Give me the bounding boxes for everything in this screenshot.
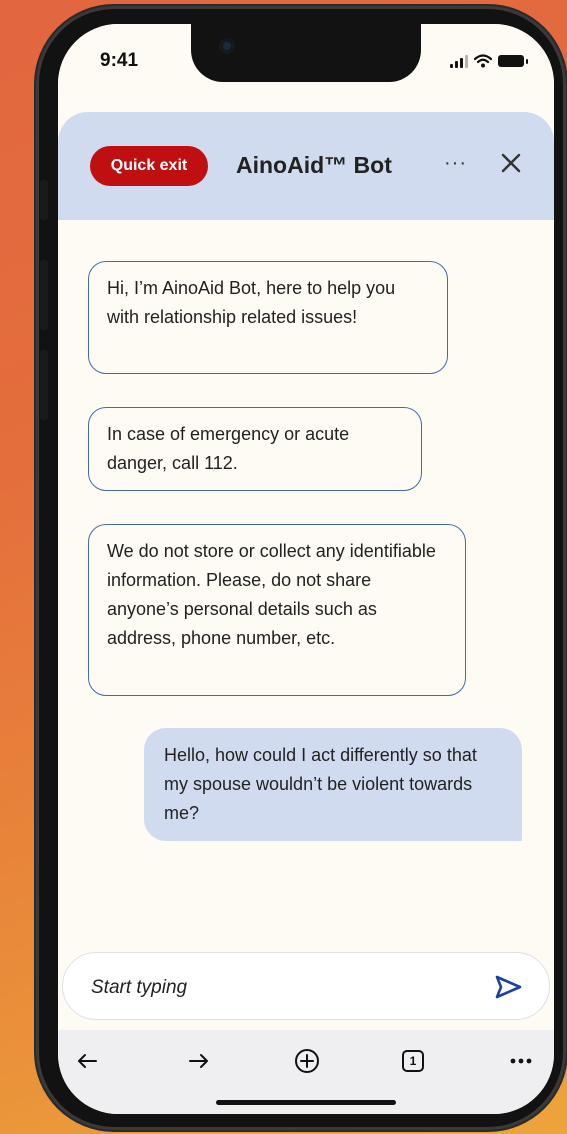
more-menu-icon[interactable] (506, 1046, 536, 1076)
battery-icon (498, 55, 528, 67)
bot-message: Hi, I’m AinoAid Bot, here to help you wi… (88, 261, 448, 374)
user-message: Hello, how could I act differently so th… (144, 728, 522, 841)
send-icon[interactable] (493, 972, 523, 1002)
message-input[interactable]: Start typing (91, 977, 187, 999)
tab-count: 1 (402, 1050, 424, 1072)
chat-title: AinoAid™ Bot (236, 152, 392, 178)
quick-exit-button[interactable]: Quick exit (90, 146, 208, 186)
new-tab-icon[interactable] (292, 1046, 322, 1076)
message-input-bar: Start typing (62, 952, 550, 1020)
wifi-icon (474, 54, 492, 68)
bot-message: In case of emergency or acute danger, ca… (88, 407, 422, 491)
forward-arrow-icon[interactable] (184, 1046, 214, 1076)
message-list: Hi, I’m AinoAid Bot, here to help you wi… (58, 220, 554, 950)
status-time: 9:41 (100, 50, 139, 71)
volume-down-button (40, 350, 48, 420)
volume-up-button (40, 260, 48, 330)
phone-screen: 9:41 Quick exit AinoAid™ Bot ··· Hi, I’m… (58, 24, 554, 1114)
status-icons (450, 54, 528, 68)
more-options-button[interactable]: ··· (444, 152, 467, 175)
front-camera-icon (219, 38, 235, 54)
back-arrow-icon[interactable] (72, 1046, 102, 1076)
chat-header: Quick exit AinoAid™ Bot ··· (58, 112, 554, 220)
home-indicator (216, 1100, 396, 1105)
bot-message: We do not store or collect any identifia… (88, 524, 466, 696)
signal-icon (450, 54, 468, 68)
status-bar: 9:41 (58, 24, 554, 110)
mute-switch (40, 180, 48, 220)
close-icon[interactable] (494, 146, 528, 180)
dynamic-island (191, 24, 421, 82)
tabs-icon[interactable]: 1 (398, 1046, 428, 1076)
